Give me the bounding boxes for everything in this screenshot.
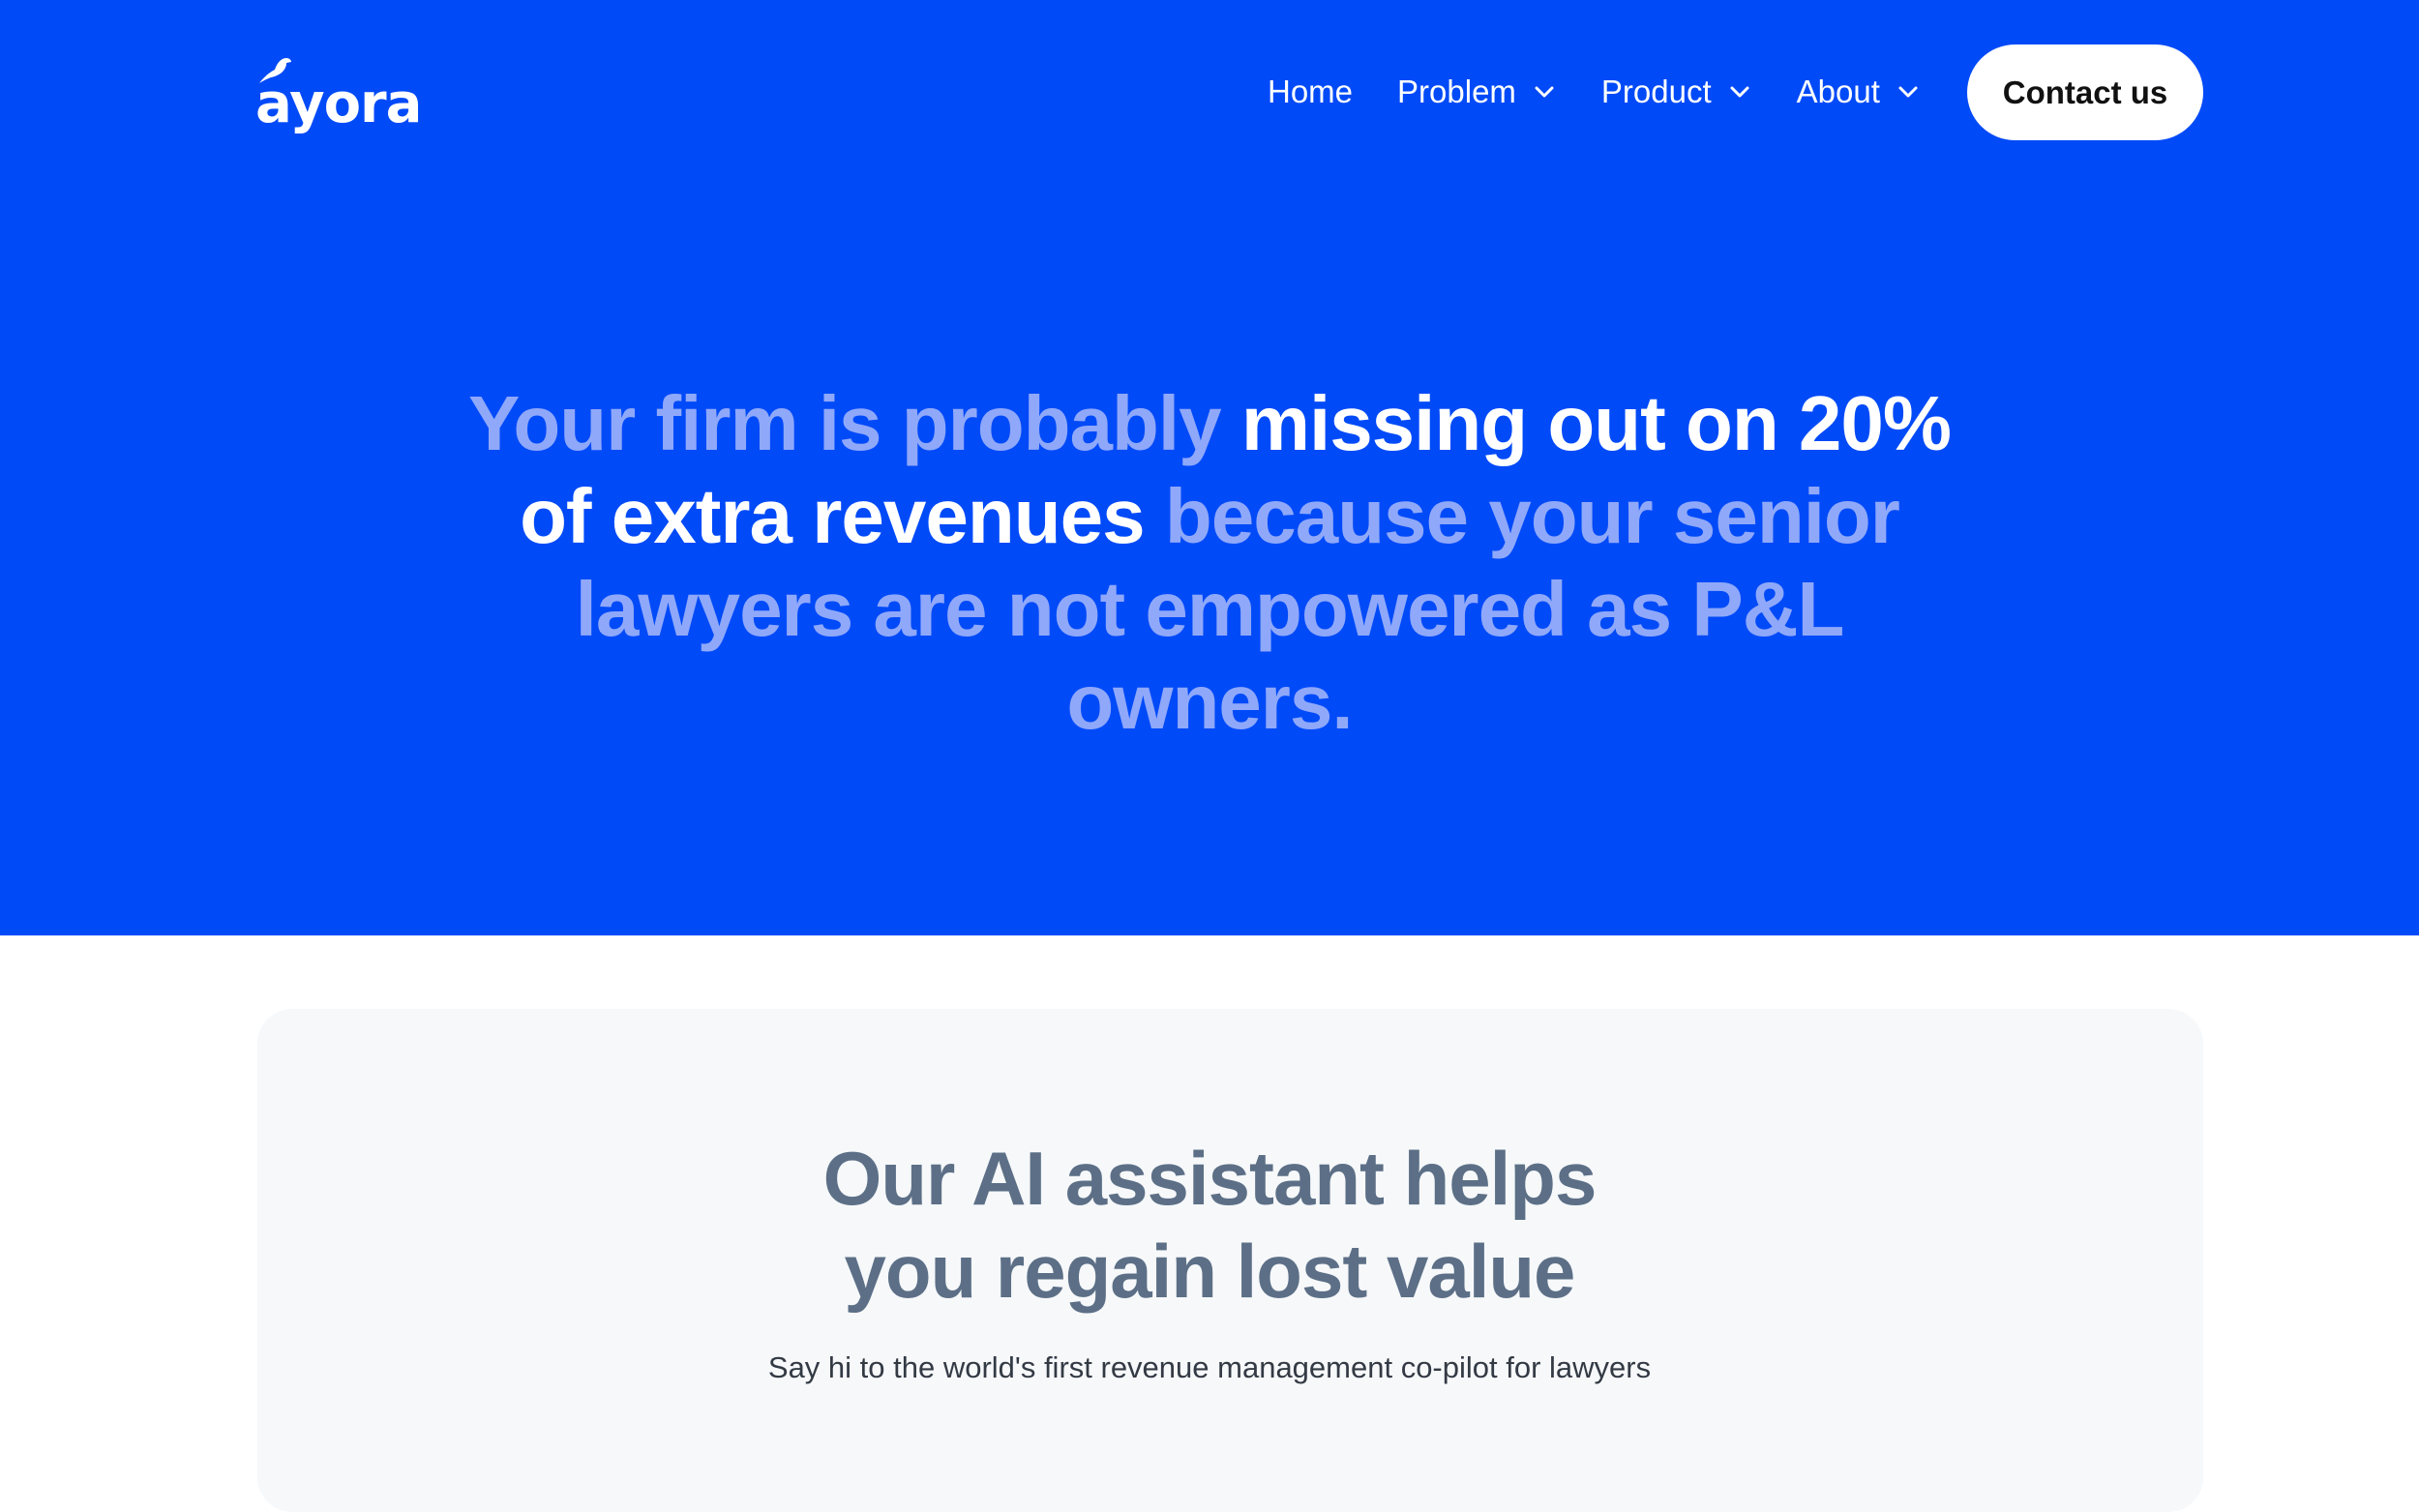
nav-about[interactable]: About	[1797, 74, 1919, 110]
card-subtitle: Say hi to the world's first revenue mana…	[767, 1350, 1652, 1384]
nav-problem[interactable]: Problem	[1397, 74, 1555, 110]
chevron-down-icon	[1730, 86, 1749, 98]
nav-home[interactable]: Home	[1268, 74, 1353, 110]
chevron-down-icon	[1535, 86, 1554, 98]
nav-product-label: Product	[1600, 74, 1712, 109]
hero-section: ayora Home Problem Product About Contact…	[0, 0, 2419, 935]
card-title-line-1: Our AI assistant helps	[822, 1136, 1598, 1221]
bird-icon	[259, 58, 291, 83]
nav-product[interactable]: Product	[1601, 74, 1750, 110]
nav-home-label: Home	[1268, 74, 1354, 109]
headline-part-1: Your firm is probably	[467, 380, 1222, 466]
nav-problem-label: Problem	[1397, 74, 1516, 109]
card-title: Our AI assistant helps you regain lost v…	[0, 1132, 2419, 1318]
main-nav: Home Problem Product About	[1268, 60, 1919, 124]
chevron-down-icon	[1898, 86, 1918, 98]
hero-headline: Your firm is probably missing out on 20%…	[435, 377, 1984, 749]
nav-about-label: About	[1796, 74, 1880, 109]
logo[interactable]: ayora	[255, 54, 422, 132]
contact-us-button[interactable]: Contact us	[1967, 44, 2203, 140]
card-title-line-2: you regain lost value	[844, 1229, 1576, 1314]
